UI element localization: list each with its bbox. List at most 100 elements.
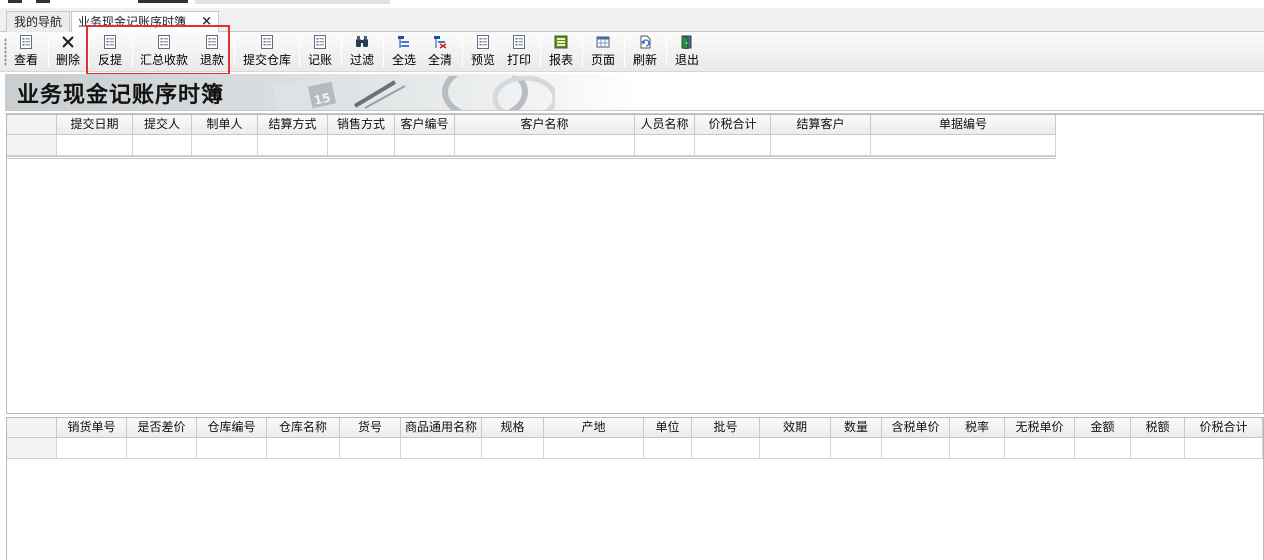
report-button[interactable]: 报表 xyxy=(545,34,577,70)
col-header-total-with-tax[interactable]: 价税合计 xyxy=(1185,418,1263,438)
table-cell[interactable] xyxy=(635,135,695,156)
col-header-unit-price-no-tax[interactable]: 无税单价 xyxy=(1005,418,1075,438)
col-header-is-price-diff[interactable]: 是否差价 xyxy=(127,418,197,438)
toolbar-separator xyxy=(383,37,384,67)
col-header-document-number[interactable]: 单据编号 xyxy=(871,115,1056,135)
table-cell[interactable] xyxy=(197,438,267,459)
col-header-unit-price-with-tax[interactable]: 含税单价 xyxy=(882,418,950,438)
window-top-mark xyxy=(138,0,188,3)
table-cell[interactable] xyxy=(455,135,635,156)
page-setup-icon xyxy=(596,36,610,48)
table-cell[interactable] xyxy=(544,438,644,459)
preview-button[interactable]: 预览 xyxy=(467,34,499,70)
table-cell[interactable] xyxy=(882,438,950,459)
col-header-expiry[interactable]: 效期 xyxy=(760,418,831,438)
table-cell[interactable] xyxy=(57,438,127,459)
table-cell[interactable] xyxy=(1075,438,1131,459)
col-header-settlement-customer[interactable]: 结算客户 xyxy=(771,115,871,135)
col-header-item-number[interactable]: 货号 xyxy=(340,418,401,438)
col-header-tax-rate[interactable]: 税率 xyxy=(950,418,1005,438)
clear-all-label: 全清 xyxy=(427,53,452,67)
col-header-customer-code[interactable]: 客户编号 xyxy=(395,115,455,135)
table-cell[interactable] xyxy=(871,135,1056,156)
table-cell[interactable] xyxy=(328,135,395,156)
document-header-grid[interactable]: 提交日期 提交人 制单人 结算方式 销售方式 客户编号 客户名称 人员名称 价税… xyxy=(6,114,1264,414)
report-label: 报表 xyxy=(548,53,573,67)
table-cell[interactable] xyxy=(57,135,133,156)
delete-button[interactable]: 删除 xyxy=(52,34,84,70)
table-cell[interactable] xyxy=(1005,438,1075,459)
row-header[interactable] xyxy=(7,135,57,156)
table-cell[interactable] xyxy=(267,438,340,459)
delete-x-icon xyxy=(62,36,74,48)
table-cell[interactable] xyxy=(771,135,871,156)
exit-door-icon xyxy=(681,35,692,49)
select-all-label: 全选 xyxy=(391,53,416,67)
col-header-origin[interactable]: 产地 xyxy=(544,418,644,438)
col-header-customer-name[interactable]: 客户名称 xyxy=(455,115,635,135)
table-cell[interactable] xyxy=(1131,438,1185,459)
col-header-tax-amount[interactable]: 税额 xyxy=(1131,418,1185,438)
submit-warehouse-label: 提交仓库 xyxy=(242,53,291,67)
table-cell[interactable] xyxy=(692,438,760,459)
clear-all-button[interactable]: 全清 xyxy=(424,34,456,70)
col-header-sales-order-no[interactable]: 销货单号 xyxy=(57,418,127,438)
post-ledger-icon xyxy=(314,35,326,49)
col-header-warehouse-name[interactable]: 仓库名称 xyxy=(267,418,340,438)
page-setup-button[interactable]: 页面 xyxy=(587,34,619,70)
toolbar-grip[interactable] xyxy=(4,38,7,66)
col-header-sales-method[interactable]: 销售方式 xyxy=(328,115,395,135)
table-cell[interactable] xyxy=(950,438,1005,459)
filter-binoculars-icon xyxy=(356,36,368,47)
preview-label: 预览 xyxy=(470,53,495,67)
view-icon xyxy=(20,35,32,49)
col-header-generic-name[interactable]: 商品通用名称 xyxy=(401,418,482,438)
select-all-button[interactable]: 全选 xyxy=(388,34,420,70)
col-header-specification[interactable]: 规格 xyxy=(482,418,544,438)
col-header-submitter[interactable]: 提交人 xyxy=(133,115,192,135)
tab-my-navigation[interactable]: 我的导航 xyxy=(6,11,70,32)
table-cell[interactable] xyxy=(127,438,197,459)
table-cell[interactable] xyxy=(695,135,771,156)
delete-label: 删除 xyxy=(55,53,80,67)
post-ledger-button[interactable]: 记账 xyxy=(304,34,336,70)
window-top-mark xyxy=(8,0,22,3)
col-header-batch-number[interactable]: 批号 xyxy=(692,418,760,438)
col-header-settlement-method[interactable]: 结算方式 xyxy=(258,115,328,135)
line-items-grid[interactable]: 销货单号 是否差价 仓库编号 仓库名称 货号 商品通用名称 规格 产地 单位 批… xyxy=(6,417,1264,560)
submit-warehouse-button[interactable]: 提交仓库 xyxy=(240,34,294,70)
table-cell[interactable] xyxy=(1185,438,1263,459)
view-button[interactable]: 查看 xyxy=(10,34,42,70)
filter-button[interactable]: 过滤 xyxy=(346,34,378,70)
col-header-creator[interactable]: 制单人 xyxy=(192,115,258,135)
col-header-submit-date[interactable]: 提交日期 xyxy=(57,115,133,135)
table-cell[interactable] xyxy=(340,438,401,459)
table-cell[interactable] xyxy=(258,135,328,156)
table-cell[interactable] xyxy=(644,438,692,459)
banner-decor-image: 15 xyxy=(273,76,555,110)
table-cell[interactable] xyxy=(831,438,882,459)
table-cell[interactable] xyxy=(133,135,192,156)
print-icon xyxy=(513,35,525,49)
table-cell[interactable] xyxy=(192,135,258,156)
col-header-unit[interactable]: 单位 xyxy=(644,418,692,438)
refresh-icon xyxy=(640,35,651,49)
row-header-corner xyxy=(7,115,57,135)
table-cell[interactable] xyxy=(760,438,831,459)
toolbar-separator xyxy=(666,37,667,67)
print-button[interactable]: 打印 xyxy=(503,34,535,70)
row-header[interactable] xyxy=(7,438,57,459)
col-header-warehouse-code[interactable]: 仓库编号 xyxy=(197,418,267,438)
exit-button[interactable]: 退出 xyxy=(671,34,703,70)
table-cell[interactable] xyxy=(482,438,544,459)
col-header-quantity[interactable]: 数量 xyxy=(831,418,882,438)
refresh-button[interactable]: 刷新 xyxy=(629,34,661,70)
col-header-amount[interactable]: 金额 xyxy=(1075,418,1131,438)
col-header-total-with-tax[interactable]: 价税合计 xyxy=(695,115,771,135)
table-cell[interactable] xyxy=(401,438,482,459)
col-header-staff-name[interactable]: 人员名称 xyxy=(635,115,695,135)
toolbar-separator xyxy=(341,37,342,67)
print-label: 打印 xyxy=(506,53,531,67)
page-setup-label: 页面 xyxy=(590,53,615,67)
table-cell[interactable] xyxy=(395,135,455,156)
